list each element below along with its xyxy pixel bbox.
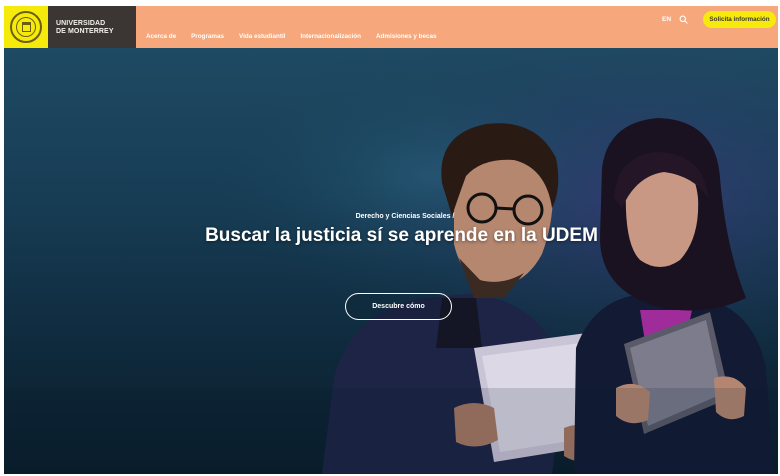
nav-item-acerca-de[interactable]: Acerca de xyxy=(146,33,176,40)
page: UNIVERSIDAD DE MONTERREY Acerca de Progr… xyxy=(4,6,778,474)
nav-item-programas[interactable]: Programas xyxy=(191,33,224,40)
nav-item-admisiones-y-becas[interactable]: Admisiones y becas xyxy=(376,33,437,40)
hero-kicker: Derecho y Ciencias Sociales / xyxy=(4,213,778,220)
request-info-button[interactable]: Solicita información xyxy=(703,11,776,28)
logo[interactable] xyxy=(4,6,48,48)
site-header: UNIVERSIDAD DE MONTERREY Acerca de Progr… xyxy=(4,6,778,48)
search-icon[interactable] xyxy=(679,15,688,24)
hero-banner: Derecho y Ciencias Sociales / Buscar la … xyxy=(4,48,778,474)
university-seal-icon xyxy=(10,11,42,43)
main-nav: Acerca de Programas Vida estudiantil Int… xyxy=(136,6,778,48)
hero-title: Buscar la justicia sí se aprende en la U… xyxy=(205,225,598,246)
nav-item-internacionalizacion[interactable]: Internacionalización xyxy=(300,33,361,40)
brand-line-1: UNIVERSIDAD xyxy=(56,20,106,27)
language-toggle[interactable]: EN xyxy=(662,16,671,23)
hero-students-image xyxy=(4,48,778,474)
brand-name[interactable]: UNIVERSIDAD DE MONTERREY xyxy=(48,6,136,48)
hero-kicker-text: Derecho y Ciencias Sociales / xyxy=(355,213,455,220)
brand-line-2: DE MONTERREY xyxy=(56,27,114,35)
nav-item-vida-estudiantil[interactable]: Vida estudiantil xyxy=(239,33,285,40)
discover-button[interactable]: Descubre cómo xyxy=(345,293,452,320)
